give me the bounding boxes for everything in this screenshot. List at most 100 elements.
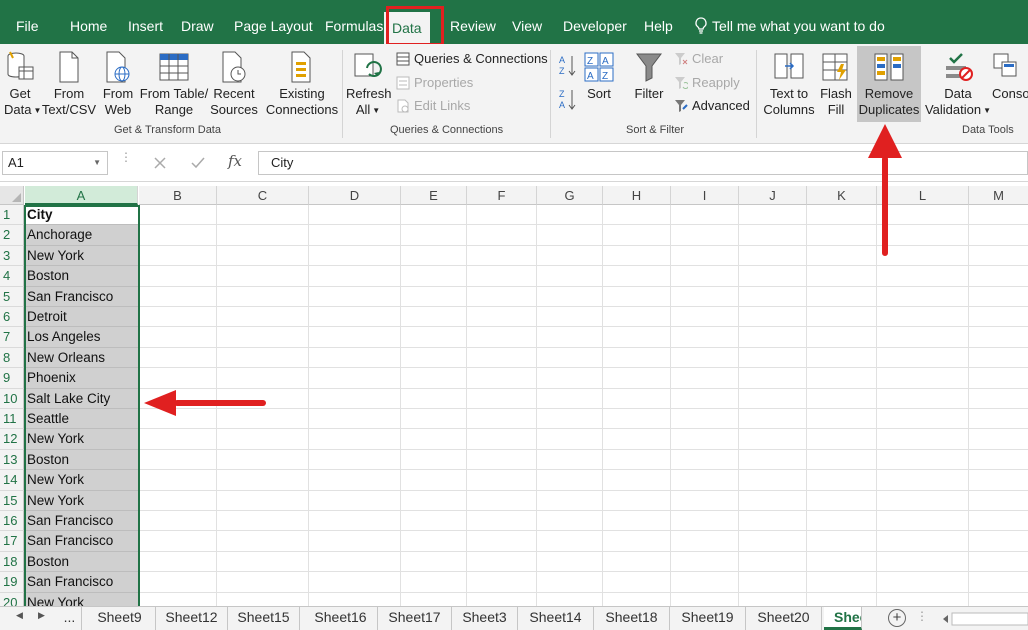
from-table-range-button[interactable]: From Table/ Range — [138, 50, 210, 118]
refresh-all-button[interactable]: Refresh All ▼ — [346, 50, 392, 119]
recent-sources-button[interactable]: Recent Sources — [210, 50, 258, 118]
row-header[interactable]: 17 — [0, 531, 24, 552]
row-header[interactable]: 12 — [0, 429, 24, 450]
cell-a11[interactable]: Seattle — [25, 409, 138, 430]
tell-me-search[interactable]: Tell me what you want to do — [694, 14, 885, 38]
name-box[interactable]: A1 ▼ — [2, 151, 108, 175]
cell-a3[interactable]: New York — [25, 245, 138, 267]
cell-a20[interactable]: New York — [25, 592, 138, 606]
column-header-a[interactable]: A — [25, 186, 138, 205]
cell-a9[interactable]: Phoenix — [25, 368, 138, 389]
cell-a8[interactable]: New Orleans — [25, 347, 138, 369]
tab-page-layout[interactable]: Page Layout — [234, 14, 313, 38]
tab-draw[interactable]: Draw — [181, 14, 214, 38]
formula-bar-resize-handle[interactable]: ⋮ — [120, 151, 132, 163]
row-header[interactable]: 1 — [0, 205, 24, 226]
sort-a-to-z-button[interactable]: AZ — [558, 54, 578, 82]
row-header[interactable]: 7 — [0, 327, 24, 348]
row-header[interactable]: 20 — [0, 592, 24, 606]
scroll-tabs-left-icon[interactable]: ◀ — [16, 610, 23, 621]
spreadsheet-grid[interactable]: ABCDEFGHIJKLM 1 2 3 4 5 6 7 8 9 10 11 12 13 14 15 16 17 1… — [0, 186, 1028, 606]
cell-a7[interactable]: Los Angeles — [25, 327, 138, 348]
sheet-tab-sheet19[interactable]: Sheet19 — [670, 607, 746, 630]
get-data-button[interactable]: Get Data ▼ — [4, 50, 41, 119]
sheet-tab-shee[interactable]: Shee — [824, 607, 862, 630]
cell-a2[interactable]: Anchorage — [25, 225, 138, 246]
remove-duplicates-button[interactable]: Remove Duplicates — [857, 50, 921, 118]
row-header[interactable]: 5 — [0, 286, 24, 307]
cell-a19[interactable]: San Francisco — [25, 572, 138, 593]
chevron-down-icon[interactable]: ▼ — [93, 152, 101, 174]
horizontal-scrollbar[interactable] — [940, 611, 1028, 627]
row-header[interactable]: 18 — [0, 551, 24, 573]
sheet-tab-sheet17[interactable]: Sheet17 — [378, 607, 452, 630]
sort-button[interactable]: ZAAZ Sort — [582, 50, 616, 102]
cell-a4[interactable]: Boston — [25, 266, 138, 287]
cell-a5[interactable]: San Francisco — [25, 286, 138, 307]
column-header-k[interactable]: K — [807, 186, 877, 205]
insert-function-button[interactable]: fx — [228, 152, 242, 170]
row-header[interactable]: 11 — [0, 409, 24, 430]
flash-fill-button[interactable]: Flash Fill — [818, 50, 854, 118]
column-header-j[interactable]: J — [739, 186, 807, 205]
consolidate-button[interactable]: Conso — [992, 50, 1028, 102]
row-header[interactable]: 3 — [0, 245, 24, 267]
cell-a13[interactable]: Boston — [25, 449, 138, 471]
cancel-entry-icon[interactable] — [150, 153, 170, 173]
add-sheet-button[interactable]: + — [888, 609, 906, 627]
sheet-tab-sheet14[interactable]: Sheet14 — [518, 607, 594, 630]
sheet-tab-sheet3[interactable]: Sheet3 — [452, 607, 518, 630]
row-header[interactable]: 14 — [0, 470, 24, 491]
sheet-tab-sheet16[interactable]: Sheet16 — [304, 607, 378, 630]
column-header-g[interactable]: G — [537, 186, 603, 205]
formula-input[interactable]: City — [258, 151, 1028, 175]
column-header-c[interactable]: C — [217, 186, 309, 205]
text-to-columns-button[interactable]: Text to Columns — [762, 50, 816, 118]
data-validation-button[interactable]: Data Validation ▼ — [924, 50, 992, 119]
column-header-f[interactable]: F — [467, 186, 537, 205]
tab-developer[interactable]: Developer — [563, 14, 627, 38]
cell-a12[interactable]: New York — [25, 429, 138, 450]
row-header[interactable]: 8 — [0, 347, 24, 369]
cell-a16[interactable]: San Francisco — [25, 511, 138, 532]
column-header-h[interactable]: H — [603, 186, 671, 205]
filter-button[interactable]: Filter — [630, 50, 668, 102]
row-header[interactable]: 15 — [0, 490, 24, 511]
row-header[interactable]: 4 — [0, 266, 24, 287]
row-header[interactable]: 13 — [0, 449, 24, 471]
row-header[interactable]: 10 — [0, 388, 24, 409]
row-header[interactable]: 16 — [0, 511, 24, 532]
row-header[interactable]: 19 — [0, 572, 24, 593]
cell-a1[interactable]: City — [25, 205, 138, 226]
tab-file[interactable]: File — [16, 14, 39, 38]
tab-insert[interactable]: Insert — [128, 14, 163, 38]
sheet-tab-sheet12[interactable]: Sheet12 — [156, 607, 228, 630]
tab-review[interactable]: Review — [450, 14, 496, 38]
scroll-tabs-right-icon[interactable]: ▶ — [38, 610, 45, 621]
column-header-i[interactable]: I — [671, 186, 739, 205]
sort-z-to-a-button[interactable]: ZA — [558, 88, 578, 116]
cell-a10[interactable]: Salt Lake City — [25, 388, 138, 409]
row-header[interactable]: 2 — [0, 225, 24, 246]
tab-help[interactable]: Help — [644, 14, 673, 38]
sheet-tab-sheet18[interactable]: Sheet18 — [594, 607, 670, 630]
cell-a18[interactable]: Boston — [25, 551, 138, 573]
existing-connections-button[interactable]: Existing Connections — [264, 50, 340, 118]
clear-button[interactable]: Clear — [674, 49, 723, 69]
row-header[interactable]: 9 — [0, 368, 24, 389]
sheet-tab-sheet9[interactable]: Sheet9 — [84, 607, 156, 630]
sheet-tab-sheet20[interactable]: Sheet20 — [746, 607, 822, 630]
column-header-b[interactable]: B — [139, 186, 217, 205]
cell-a17[interactable]: San Francisco — [25, 531, 138, 552]
more-sheets-button[interactable]: ... — [58, 607, 82, 630]
sheet-tab-sheet15[interactable]: Sheet15 — [228, 607, 300, 630]
properties-button[interactable]: Properties — [396, 73, 473, 93]
advanced-button[interactable]: Advanced — [674, 96, 750, 116]
tab-split-handle[interactable]: ⋮ — [916, 609, 928, 623]
reapply-button[interactable]: Reapply — [674, 73, 740, 93]
from-text-csv-button[interactable]: From Text/CSV — [40, 50, 98, 118]
column-header-l[interactable]: L — [877, 186, 969, 205]
cell-a6[interactable]: Detroit — [25, 307, 138, 328]
column-header-e[interactable]: E — [401, 186, 467, 205]
row-header[interactable]: 6 — [0, 307, 24, 328]
